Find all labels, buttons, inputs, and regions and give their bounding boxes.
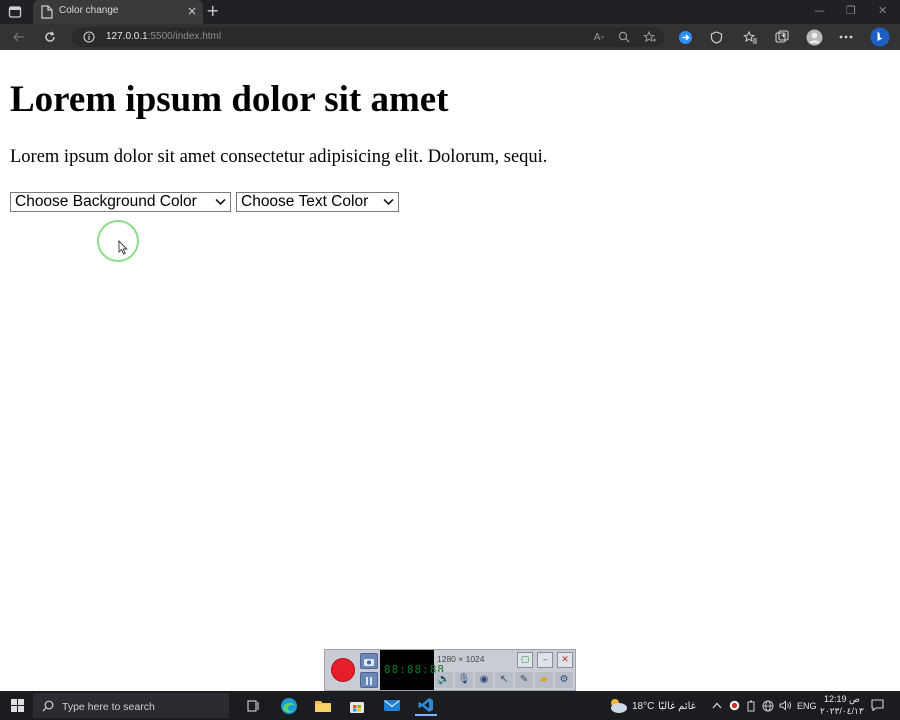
weather-temperature[interactable]: 18°C (632, 701, 654, 712)
bing-icon[interactable] (869, 26, 891, 48)
more-icon[interactable] (837, 28, 855, 46)
read-aloud-icon[interactable]: A» (592, 30, 606, 44)
recorder-window-icon[interactable]: ▢ (517, 652, 533, 668)
recorder-close-icon[interactable]: ✕ (557, 652, 573, 668)
reload-icon[interactable] (41, 28, 59, 46)
notification-icon[interactable] (871, 699, 884, 714)
background-color-select-value: Choose Background Color (15, 193, 197, 210)
clock-time[interactable]: 12:19 ص (824, 694, 860, 705)
network-globe-icon[interactable] (762, 700, 774, 715)
text-color-select[interactable]: Choose Text Color (236, 192, 399, 212)
battery-icon[interactable] (747, 700, 755, 715)
screen-recorder-toolbar: 88:88:88 1280 × 1024 ▢ – ✕ 🔈 🎙 ◉ ↖ ✎ ▰ ⚙ (324, 649, 576, 691)
search-icon (42, 700, 54, 712)
speaker-icon[interactable]: 🔈 (435, 672, 453, 688)
extension-icon[interactable] (676, 28, 694, 46)
record-tray-icon[interactable] (729, 700, 740, 714)
weather-cloudy-icon[interactable] (607, 697, 629, 714)
page-paragraph: Lorem ipsum dolor sit amet consectetur a… (10, 147, 548, 167)
text-color-select-value: Choose Text Color (241, 193, 369, 210)
tab-color-change[interactable]: Color change × (33, 0, 203, 24)
url-host: 127.0.0.1 (106, 31, 148, 42)
taskbar-search-placeholder: Type here to search (62, 701, 155, 713)
background-color-select[interactable]: Choose Background Color (10, 192, 231, 212)
browser-toolbar: 127.0.0.1:5500/index.html A» (0, 24, 900, 50)
language-indicator[interactable]: ENG (797, 701, 817, 711)
recorder-controls (325, 650, 380, 690)
camera-icon[interactable] (360, 653, 378, 669)
url-text: 127.0.0.1:5500/index.html (106, 31, 221, 42)
volume-icon[interactable] (779, 700, 792, 714)
microsoft-store-icon[interactable] (346, 695, 368, 716)
zoom-icon[interactable] (617, 30, 631, 44)
tab-actions-icon[interactable] (8, 5, 22, 19)
close-window-icon[interactable]: ✕ (878, 3, 887, 19)
cursor-icon[interactable]: ↖ (495, 672, 513, 688)
address-bar[interactable]: 127.0.0.1:5500/index.html A» (72, 27, 664, 47)
info-icon[interactable] (82, 30, 96, 44)
folder-icon[interactable]: ▰ (535, 672, 553, 688)
chevron-down-icon (215, 198, 226, 206)
collections-icon[interactable] (773, 28, 791, 46)
tab-close-icon[interactable]: × (187, 3, 197, 19)
minimize-icon[interactable]: — (814, 3, 825, 19)
windows-start-icon[interactable] (11, 699, 24, 712)
edge-icon[interactable] (278, 695, 300, 716)
maximize-icon[interactable]: ❐ (846, 3, 856, 19)
browser-essentials-icon[interactable] (707, 28, 725, 46)
windows-taskbar: Type here to search 18°C غائم غالبًا ENG… (0, 691, 900, 720)
page-heading: Lorem ipsum dolor sit amet (10, 79, 449, 120)
record-button[interactable] (331, 658, 355, 682)
file-explorer-icon[interactable] (312, 695, 334, 716)
url-path: :5500/index.html (147, 31, 222, 42)
weather-condition[interactable]: غائم غالبًا (658, 701, 696, 712)
vscode-icon[interactable] (415, 695, 437, 716)
recorder-resolution: 1280 × 1024 (437, 654, 485, 664)
page-icon (41, 5, 53, 19)
favorites-icon[interactable] (741, 28, 759, 46)
profile-icon[interactable] (805, 28, 823, 46)
clock-date[interactable]: ٢٠٢٣/٠٤/١٣ (820, 706, 864, 717)
favorite-add-icon[interactable] (642, 30, 656, 44)
task-view-icon[interactable] (242, 695, 264, 716)
pause-icon[interactable] (360, 672, 378, 688)
webcam-icon[interactable]: ◉ (475, 672, 493, 688)
tab-title: Color change (59, 5, 119, 16)
new-tab-icon[interactable]: + (206, 2, 219, 20)
mouse-cursor-icon (118, 240, 128, 255)
taskbar-search-box[interactable]: Type here to search (33, 693, 229, 718)
chevron-up-icon[interactable] (712, 700, 722, 712)
chevron-down-icon (383, 198, 394, 206)
settings-icon[interactable]: ⚙ (555, 672, 573, 688)
recorder-timer-display: 88:88:88 (380, 650, 444, 690)
recorder-minimize-icon[interactable]: – (537, 652, 553, 668)
browser-tab-bar: Color change × + — ❐ ✕ (0, 0, 900, 24)
pen-icon[interactable]: ✎ (515, 672, 533, 688)
microphone-icon[interactable]: 🎙 (455, 672, 473, 688)
back-icon[interactable] (10, 28, 28, 46)
mail-icon[interactable] (381, 695, 403, 716)
